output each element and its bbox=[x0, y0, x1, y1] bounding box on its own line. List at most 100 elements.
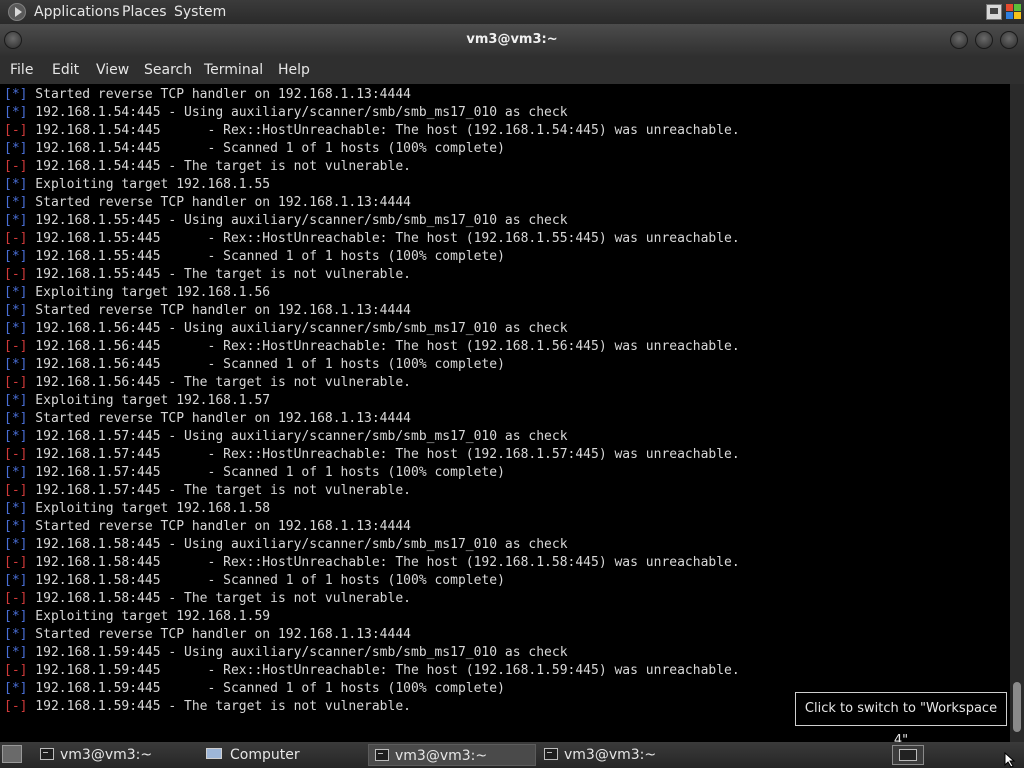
workspace-switcher[interactable] bbox=[892, 745, 924, 765]
info-tag: [*] bbox=[4, 645, 28, 660]
terminal-line-text: 192.168.1.54:445 - Using auxiliary/scann… bbox=[27, 105, 568, 120]
distro-logo-icon[interactable] bbox=[8, 3, 26, 21]
taskbar-item-terminal-3[interactable]: vm3@vm3:~ bbox=[538, 744, 698, 766]
terminal-line: [*] Started reverse TCP handler on 192.1… bbox=[4, 626, 411, 644]
error-tag: [-] bbox=[4, 375, 28, 390]
error-tag: [-] bbox=[4, 483, 28, 498]
terminal-line: [*] 192.168.1.56:445 - Scanned 1 of 1 ho… bbox=[4, 356, 505, 374]
terminal-line-text: 192.168.1.58:445 - The target is not vul… bbox=[27, 591, 411, 606]
menu-file[interactable]: File bbox=[10, 61, 33, 79]
info-tag: [*] bbox=[4, 429, 28, 444]
info-tag: [*] bbox=[4, 573, 28, 588]
terminal-line: [-] 192.168.1.59:445 - Rex::HostUnreacha… bbox=[4, 662, 740, 680]
info-tag: [*] bbox=[4, 249, 28, 264]
places-menu[interactable]: Places bbox=[122, 3, 167, 21]
terminal-line: [*] Exploiting target 192.168.1.56 bbox=[4, 284, 270, 302]
applications-menu[interactable]: Applications bbox=[34, 3, 120, 21]
terminal-line: [*] Started reverse TCP handler on 192.1… bbox=[4, 302, 411, 320]
menu-edit[interactable]: Edit bbox=[52, 61, 79, 79]
taskbar-item-terminal-1[interactable]: vm3@vm3:~ bbox=[34, 744, 194, 766]
info-tag: [*] bbox=[4, 465, 28, 480]
menu-help[interactable]: Help bbox=[278, 61, 310, 79]
terminal-line: [*] 192.168.1.55:445 - Scanned 1 of 1 ho… bbox=[4, 248, 505, 266]
info-tag: [*] bbox=[4, 393, 28, 408]
terminal-line: [-] 192.168.1.54:445 - Rex::HostUnreacha… bbox=[4, 122, 740, 140]
terminal-line-text: 192.168.1.58:445 - Rex::HostUnreachable:… bbox=[27, 555, 740, 570]
error-tag: [-] bbox=[4, 555, 28, 570]
info-tag: [*] bbox=[4, 411, 28, 426]
error-tag: [-] bbox=[4, 663, 28, 678]
taskbar-item-terminal-2[interactable]: vm3@vm3:~ bbox=[368, 744, 536, 766]
terminal-line-text: 192.168.1.55:445 - The target is not vul… bbox=[27, 267, 411, 282]
terminal-line-text: 192.168.1.56:445 - Using auxiliary/scann… bbox=[27, 321, 568, 336]
terminal-line: [-] 192.168.1.55:445 - Rex::HostUnreacha… bbox=[4, 230, 740, 248]
terminal-line: [*] 192.168.1.58:445 - Scanned 1 of 1 ho… bbox=[4, 572, 505, 590]
workspace-icon bbox=[899, 749, 917, 761]
terminal-line: [*] Started reverse TCP handler on 192.1… bbox=[4, 86, 411, 104]
info-tag: [*] bbox=[4, 303, 28, 318]
info-tag: [*] bbox=[4, 321, 28, 336]
error-tag: [-] bbox=[4, 267, 28, 282]
terminal-line-text: 192.168.1.55:445 - Rex::HostUnreachable:… bbox=[27, 231, 740, 246]
show-desktop-button[interactable] bbox=[2, 745, 22, 763]
window-titlebar[interactable]: vm3@vm3:~ bbox=[0, 24, 1024, 56]
terminal-line-text: 192.168.1.54:445 - The target is not vul… bbox=[27, 159, 411, 174]
bottom-taskbar: vm3@vm3:~ Computer vm3@vm3:~ vm3@vm3:~ bbox=[0, 742, 1024, 768]
terminal-line: [-] 192.168.1.58:445 - The target is not… bbox=[4, 590, 411, 608]
taskbar-item-computer[interactable]: Computer bbox=[200, 744, 360, 766]
terminal-line: [*] Started reverse TCP handler on 192.1… bbox=[4, 518, 411, 536]
terminal-line-text: Exploiting target 192.168.1.56 bbox=[27, 285, 271, 300]
windows-logo-icon[interactable] bbox=[1006, 4, 1022, 20]
terminal-line-text: 192.168.1.57:445 - Using auxiliary/scann… bbox=[27, 429, 568, 444]
info-tag: [*] bbox=[4, 519, 28, 534]
terminal-line-text: 192.168.1.57:445 - Rex::HostUnreachable:… bbox=[27, 447, 740, 462]
terminal-line: [-] 192.168.1.55:445 - The target is not… bbox=[4, 266, 411, 284]
terminal-line: [-] 192.168.1.58:445 - Rex::HostUnreacha… bbox=[4, 554, 740, 572]
info-tag: [*] bbox=[4, 285, 28, 300]
terminal-line: [-] 192.168.1.59:445 - The target is not… bbox=[4, 698, 411, 716]
terminal-line-text: Exploiting target 192.168.1.58 bbox=[27, 501, 271, 516]
menu-view[interactable]: View bbox=[96, 61, 129, 79]
terminal-line-text: 192.168.1.57:445 - The target is not vul… bbox=[27, 483, 411, 498]
terminal-line-text: Exploiting target 192.168.1.57 bbox=[27, 393, 271, 408]
terminal-output[interactable]: [*] Started reverse TCP handler on 192.1… bbox=[0, 84, 1010, 742]
network-tray-icon[interactable] bbox=[986, 4, 1002, 20]
info-tag: [*] bbox=[4, 195, 28, 210]
terminal-scrollbar[interactable] bbox=[1010, 84, 1024, 742]
error-tag: [-] bbox=[4, 159, 28, 174]
menu-search[interactable]: Search bbox=[144, 61, 192, 79]
terminal-icon bbox=[40, 748, 54, 760]
error-tag: [-] bbox=[4, 591, 28, 606]
terminal-line: [*] Exploiting target 192.168.1.58 bbox=[4, 500, 270, 518]
maximize-button[interactable] bbox=[975, 31, 993, 49]
terminal-line-text: 192.168.1.54:445 - Scanned 1 of 1 hosts … bbox=[27, 141, 505, 156]
minimize-button[interactable] bbox=[950, 31, 968, 49]
system-menu[interactable]: System bbox=[174, 3, 226, 21]
terminal-line: [*] 192.168.1.55:445 - Using auxiliary/s… bbox=[4, 212, 568, 230]
terminal-line: [*] 192.168.1.56:445 - Using auxiliary/s… bbox=[4, 320, 568, 338]
terminal-line: [*] 192.168.1.57:445 - Scanned 1 of 1 ho… bbox=[4, 464, 505, 482]
terminal-line: [*] 192.168.1.59:445 - Using auxiliary/s… bbox=[4, 644, 568, 662]
error-tag: [-] bbox=[4, 447, 28, 462]
scrollbar-thumb[interactable] bbox=[1013, 682, 1021, 732]
info-tag: [*] bbox=[4, 501, 28, 516]
info-tag: [*] bbox=[4, 177, 28, 192]
info-tag: [*] bbox=[4, 213, 28, 228]
error-tag: [-] bbox=[4, 339, 28, 354]
terminal-line-text: 192.168.1.59:445 - Using auxiliary/scann… bbox=[27, 645, 568, 660]
terminal-line: [*] 192.168.1.54:445 - Using auxiliary/s… bbox=[4, 104, 568, 122]
terminal-line-text: Started reverse TCP handler on 192.168.1… bbox=[27, 411, 411, 426]
close-button[interactable] bbox=[1000, 31, 1018, 49]
terminal-line-text: Started reverse TCP handler on 192.168.1… bbox=[27, 627, 411, 642]
terminal-line-text: 192.168.1.59:445 - Rex::HostUnreachable:… bbox=[27, 663, 740, 678]
info-tag: [*] bbox=[4, 627, 28, 642]
taskbar-item-label: vm3@vm3:~ bbox=[395, 748, 488, 764]
mouse-pointer-icon bbox=[1004, 752, 1016, 768]
terminal-line: [*] Started reverse TCP handler on 192.1… bbox=[4, 194, 411, 212]
terminal-line-text: 192.168.1.57:445 - Scanned 1 of 1 hosts … bbox=[27, 465, 505, 480]
menu-terminal[interactable]: Terminal bbox=[204, 61, 263, 79]
workspace-tooltip: Click to switch to "Workspace 4" bbox=[795, 692, 1007, 748]
terminal-line-text: 192.168.1.58:445 - Scanned 1 of 1 hosts … bbox=[27, 573, 505, 588]
terminal-line-text: 192.168.1.54:445 - Rex::HostUnreachable:… bbox=[27, 123, 740, 138]
taskbar-item-label: vm3@vm3:~ bbox=[564, 747, 657, 763]
